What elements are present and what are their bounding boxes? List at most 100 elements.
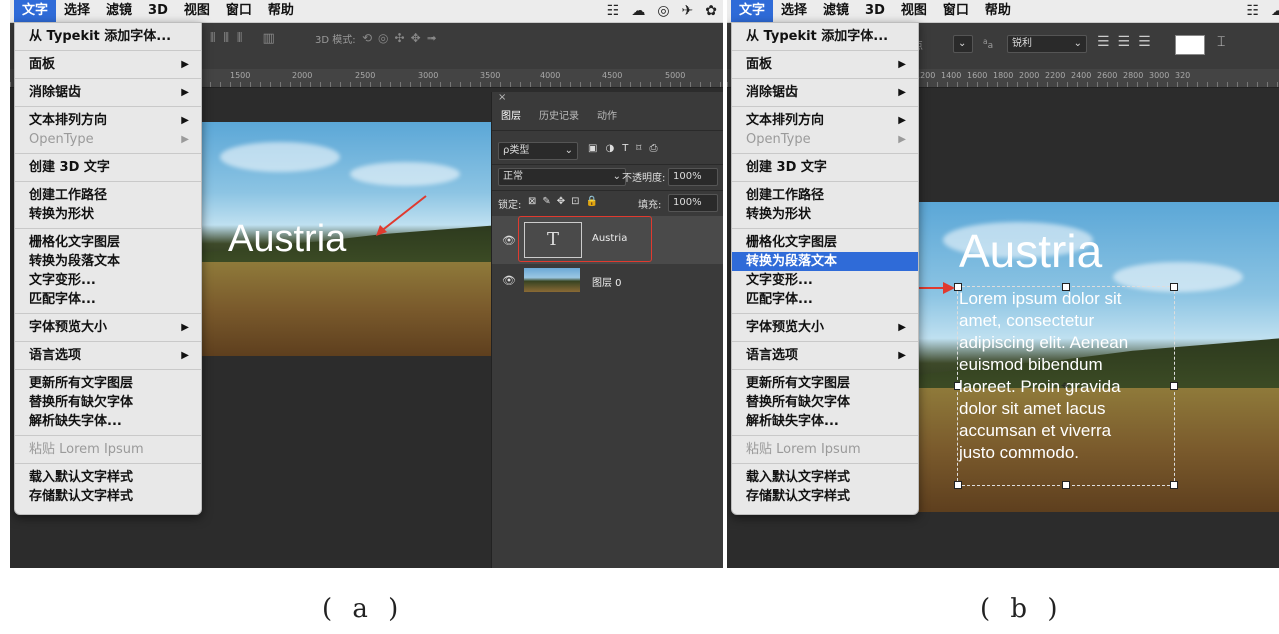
wechat-icon[interactable]: ✿ (705, 3, 717, 19)
ruler-tick: 1800 (993, 71, 1016, 80)
resize-handle[interactable] (1170, 283, 1178, 291)
menu-item-font-preview-size[interactable]: 字体预览大小 ▶ (15, 318, 201, 337)
tab-layers[interactable]: 图层 (492, 104, 530, 130)
paragraph-text[interactable]: Lorem ipsum dolor sit amet, consectetur … (959, 288, 1128, 464)
antialias-select[interactable]: 锐利 ⌄ (1007, 35, 1087, 53)
cloud-icon[interactable]: ☁ (1271, 3, 1279, 19)
menu-item-convert-paragraph[interactable]: 转换为段落文本 (732, 252, 918, 271)
lock-artboard-icon[interactable]: ⊡ (571, 196, 585, 207)
menu-window[interactable]: 窗口 (218, 0, 260, 22)
opacity-field[interactable]: 100% (668, 168, 718, 186)
menu-item-add-typekit[interactable]: 从 Typekit 添加字体... (15, 27, 201, 46)
menu-item-replace-missing[interactable]: 替换所有缺欠字体 (15, 393, 201, 412)
tab-actions[interactable]: 动作 (588, 104, 626, 130)
text-color-swatch[interactable] (1175, 35, 1205, 55)
menu-item-create-work-path[interactable]: 创建工作路径 (15, 186, 201, 205)
menu-item-resolve-missing[interactable]: 解析缺失字体... (732, 412, 918, 431)
lock-transparent-icon[interactable]: ⊠ (528, 196, 542, 207)
menu-window[interactable]: 窗口 (935, 0, 977, 22)
resize-handle[interactable] (1170, 481, 1178, 489)
bird-icon[interactable]: ✈ (682, 3, 694, 19)
fill-field[interactable]: 100% (668, 194, 718, 212)
menu-item-antialias[interactable]: 消除锯齿 ▶ (15, 83, 201, 102)
menu-item-warp-text[interactable]: 文字变形... (15, 271, 201, 290)
cloud-icon[interactable]: ☁ (631, 3, 645, 19)
menu-item-resolve-missing[interactable]: 解析缺失字体... (15, 412, 201, 431)
font-size-select[interactable]: ⌄ (953, 35, 973, 53)
menu-select[interactable]: 选择 (773, 0, 815, 22)
align-icons[interactable]: ⫴⫴⫴ ▥ (210, 31, 283, 46)
eye-icon[interactable]: 👁 (502, 274, 516, 287)
eye-icon[interactable]: 👁 (502, 234, 516, 247)
layer-name[interactable]: 图层 0 (592, 274, 622, 289)
menu-item-rasterize[interactable]: 栅格化文字图层 (732, 233, 918, 252)
menu-item-warp-text[interactable]: 文字变形... (732, 271, 918, 290)
qq-icon[interactable]: ◎ (657, 3, 669, 19)
3d-mode-icons[interactable]: ⟲◎✣✥➟ (362, 31, 443, 45)
menu-item-save-default-style[interactable]: 存储默认文字样式 (732, 487, 918, 506)
layer-row-image[interactable]: 👁 图层 0 (492, 264, 723, 312)
warp-text-icon[interactable]: ⌶ (1217, 34, 1225, 50)
menu-help[interactable]: 帮助 (977, 0, 1019, 22)
menu-select[interactable]: 选择 (56, 0, 98, 22)
menu-view[interactable]: 视图 (176, 0, 218, 22)
menu-3d[interactable]: 3D (140, 0, 176, 22)
menu-filter[interactable]: 滤镜 (98, 0, 140, 22)
menu-text[interactable]: 文字 (14, 0, 57, 22)
menu-item-match-font[interactable]: 匹配字体... (732, 290, 918, 309)
menu-item-create-3d-text[interactable]: 创建 3D 文字 (15, 158, 201, 177)
close-icon[interactable]: × (498, 92, 506, 103)
lock-image-icon[interactable]: ✎ (542, 196, 556, 207)
shape-filter-icon[interactable]: ⌑ (636, 143, 649, 154)
menu-item-orientation[interactable]: 文本排列方向 ▶ (732, 111, 918, 130)
menu-item-load-default-style[interactable]: 载入默认文字样式 (732, 468, 918, 487)
layer-row-text[interactable]: 👁 T Austria (492, 216, 723, 264)
menu-item-replace-missing[interactable]: 替换所有缺欠字体 (732, 393, 918, 412)
menu-item-convert-to-shape[interactable]: 转换为形状 (15, 205, 201, 224)
menu-item-add-typekit[interactable]: 从 Typekit 添加字体... (732, 27, 918, 46)
pixel-filter-icon[interactable]: ▣ (588, 143, 605, 154)
menu-item-panels[interactable]: 面板 ▶ (15, 55, 201, 74)
document-photo[interactable]: Austria (200, 122, 500, 356)
menu-filter[interactable]: 滤镜 (815, 0, 857, 22)
menu-item-rasterize[interactable]: 栅格化文字图层 (15, 233, 201, 252)
resize-handle[interactable] (954, 481, 962, 489)
resize-handle[interactable] (1062, 481, 1070, 489)
menu-item-match-font[interactable]: 匹配字体... (15, 290, 201, 309)
menu-item-convert-to-shape[interactable]: 转换为形状 (732, 205, 918, 224)
menu-item-update-all[interactable]: 更新所有文字图层 (732, 374, 918, 393)
bilibili-icon[interactable]: ☷ (607, 3, 620, 19)
filter-icons[interactable]: ▣◑T⌑⎙ (588, 143, 665, 154)
lock-all-icon[interactable]: 🔒 (586, 196, 604, 207)
menu-item-save-default-style[interactable]: 存储默认文字样式 (15, 487, 201, 506)
lock-icons[interactable]: ⊠✎✥⊡🔒 (528, 196, 604, 207)
menu-3d[interactable]: 3D (857, 0, 893, 22)
menu-item-create-work-path[interactable]: 创建工作路径 (732, 186, 918, 205)
document-photo[interactable]: Austria Lorem ipsum dolor sit amet, cons… (913, 202, 1279, 512)
austria-text[interactable]: Austria (959, 224, 1102, 278)
lock-position-icon[interactable]: ✥ (557, 196, 571, 207)
tab-history[interactable]: 历史记录 (530, 104, 588, 130)
adjustment-filter-icon[interactable]: ◑ (605, 143, 622, 154)
text-align-icons[interactable]: ☰☰☰ (1097, 34, 1159, 50)
filter-kind-select[interactable]: ρ类型 ⌄ (498, 142, 578, 160)
smart-object-filter-icon[interactable]: ⎙ (649, 143, 665, 154)
menu-help[interactable]: 帮助 (260, 0, 302, 22)
type-filter-icon[interactable]: T (622, 143, 636, 154)
menu-item-create-3d-text[interactable]: 创建 3D 文字 (732, 158, 918, 177)
resize-handle[interactable] (1170, 382, 1178, 390)
menu-item-antialias[interactable]: 消除锯齿 ▶ (732, 83, 918, 102)
blend-mode-select[interactable]: 正常 ⌄ (498, 168, 626, 186)
menu-item-load-default-style[interactable]: 载入默认文字样式 (15, 468, 201, 487)
menu-item-panels[interactable]: 面板 ▶ (732, 55, 918, 74)
menu-view[interactable]: 视图 (893, 0, 935, 22)
menu-text[interactable]: 文字 (731, 0, 774, 22)
menu-item-language-options[interactable]: 语言选项 ▶ (15, 346, 201, 365)
bilibili-icon[interactable]: ☷ (1246, 3, 1259, 19)
menu-item-convert-paragraph[interactable]: 转换为段落文本 (15, 252, 201, 271)
austria-text[interactable]: Austria (228, 218, 346, 261)
menu-item-orientation[interactable]: 文本排列方向 ▶ (15, 111, 201, 130)
menu-item-language-options[interactable]: 语言选项 ▶ (732, 346, 918, 365)
menu-item-update-all[interactable]: 更新所有文字图层 (15, 374, 201, 393)
menu-item-font-preview-size[interactable]: 字体预览大小 ▶ (732, 318, 918, 337)
